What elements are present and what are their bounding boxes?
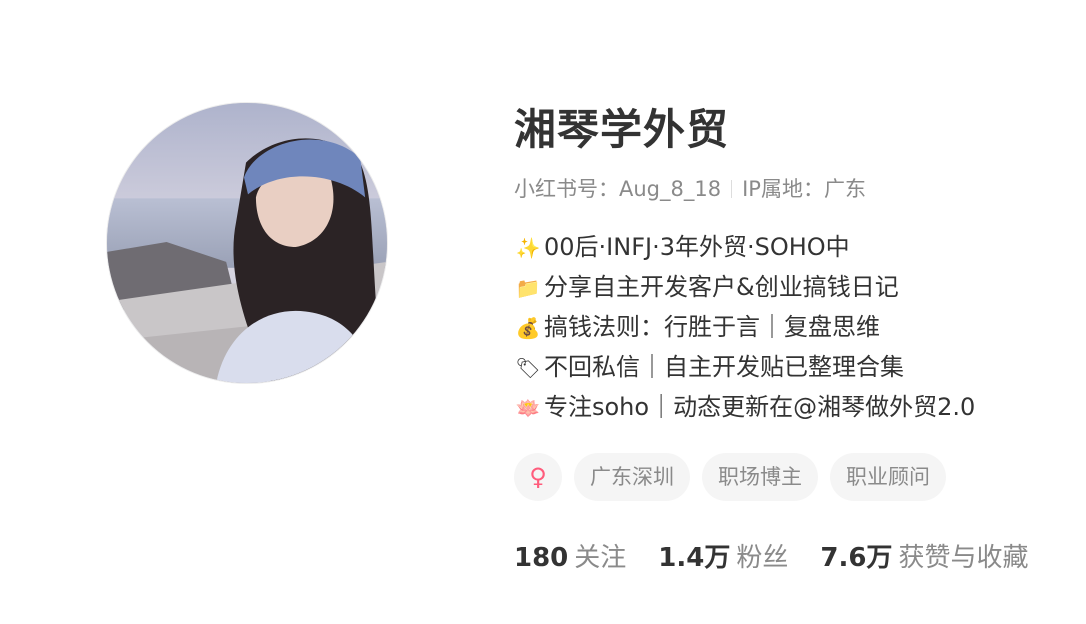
stat-following[interactable]: 180 关注 bbox=[514, 541, 626, 575]
stat-label: 获赞与收藏 bbox=[898, 543, 1029, 573]
bio-line: 💰 搞钱法则：行胜于言｜复盘思维 bbox=[514, 308, 1074, 348]
folder-icon: 📁 bbox=[515, 276, 541, 300]
bio-line: ✨ 00后·INFJ·3年外贸·SOHO中 bbox=[514, 228, 1074, 268]
stat-followers[interactable]: 1.4万 粉丝 bbox=[658, 541, 788, 575]
tag-icon: 🏷 bbox=[515, 356, 541, 380]
lotus-icon: 🪷 bbox=[515, 396, 541, 420]
bio-text: 专注soho｜动态更新在@湘琴做外贸2.0 bbox=[544, 393, 976, 421]
profile-id: 小红书号：Aug_8_18 bbox=[514, 177, 722, 201]
meta-divider bbox=[731, 180, 733, 198]
stat-label: 粉丝 bbox=[736, 543, 789, 573]
profile-info: 湘琴学外贸 小红书号：Aug_8_18 IP属地：广东 ✨ 00后·INFJ·3年外… bbox=[514, 100, 1074, 575]
ip-location: IP属地：广东 bbox=[742, 177, 866, 201]
profile-stats: 180 关注 1.4万 粉丝 7.6万 获赞与收藏 bbox=[514, 541, 1074, 575]
avatar-photo bbox=[107, 103, 387, 383]
tag-category[interactable]: 职场博主 bbox=[702, 453, 818, 501]
bio-line: 🪷 专注soho｜动态更新在@湘琴做外贸2.0 bbox=[514, 388, 1074, 428]
bio-line: 🏷 不回私信｜自主开发贴已整理合集 bbox=[514, 348, 1074, 388]
tag-location[interactable]: 广东深圳 bbox=[574, 453, 690, 501]
tag-occupation[interactable]: 职业顾问 bbox=[830, 453, 946, 501]
stat-likes-collections[interactable]: 7.6万 获赞与收藏 bbox=[820, 541, 1028, 575]
profile-tags: ♀ 广东深圳 职场博主 职业顾问 bbox=[514, 453, 1074, 501]
sparkles-icon: ✨ bbox=[515, 236, 541, 260]
stat-number: 180 bbox=[514, 543, 569, 573]
profile-bio: ✨ 00后·INFJ·3年外贸·SOHO中 📁 分享自主开发客户&创业搞钱日记 💰 搞… bbox=[514, 228, 1074, 428]
bio-text: 分享自主开发客户&创业搞钱日记 bbox=[544, 273, 899, 301]
stat-label: 关注 bbox=[574, 543, 627, 573]
profile-meta: 小红书号：Aug_8_18 IP属地：广东 bbox=[514, 174, 1074, 204]
avatar[interactable] bbox=[106, 102, 388, 384]
stat-number: 1.4万 bbox=[658, 543, 731, 573]
bio-line: 📁 分享自主开发客户&创业搞钱日记 bbox=[514, 268, 1074, 308]
female-icon: ♀ bbox=[514, 453, 562, 501]
money-bag-icon: 💰 bbox=[515, 316, 541, 340]
bio-text: 00后·INFJ·3年外贸·SOHO中 bbox=[544, 233, 850, 261]
bio-text: 不回私信｜自主开发贴已整理合集 bbox=[544, 353, 904, 381]
profile-name: 湘琴学外贸 bbox=[514, 105, 730, 154]
bio-text: 搞钱法则：行胜于言｜复盘思维 bbox=[544, 313, 880, 341]
stat-number: 7.6万 bbox=[820, 543, 893, 573]
